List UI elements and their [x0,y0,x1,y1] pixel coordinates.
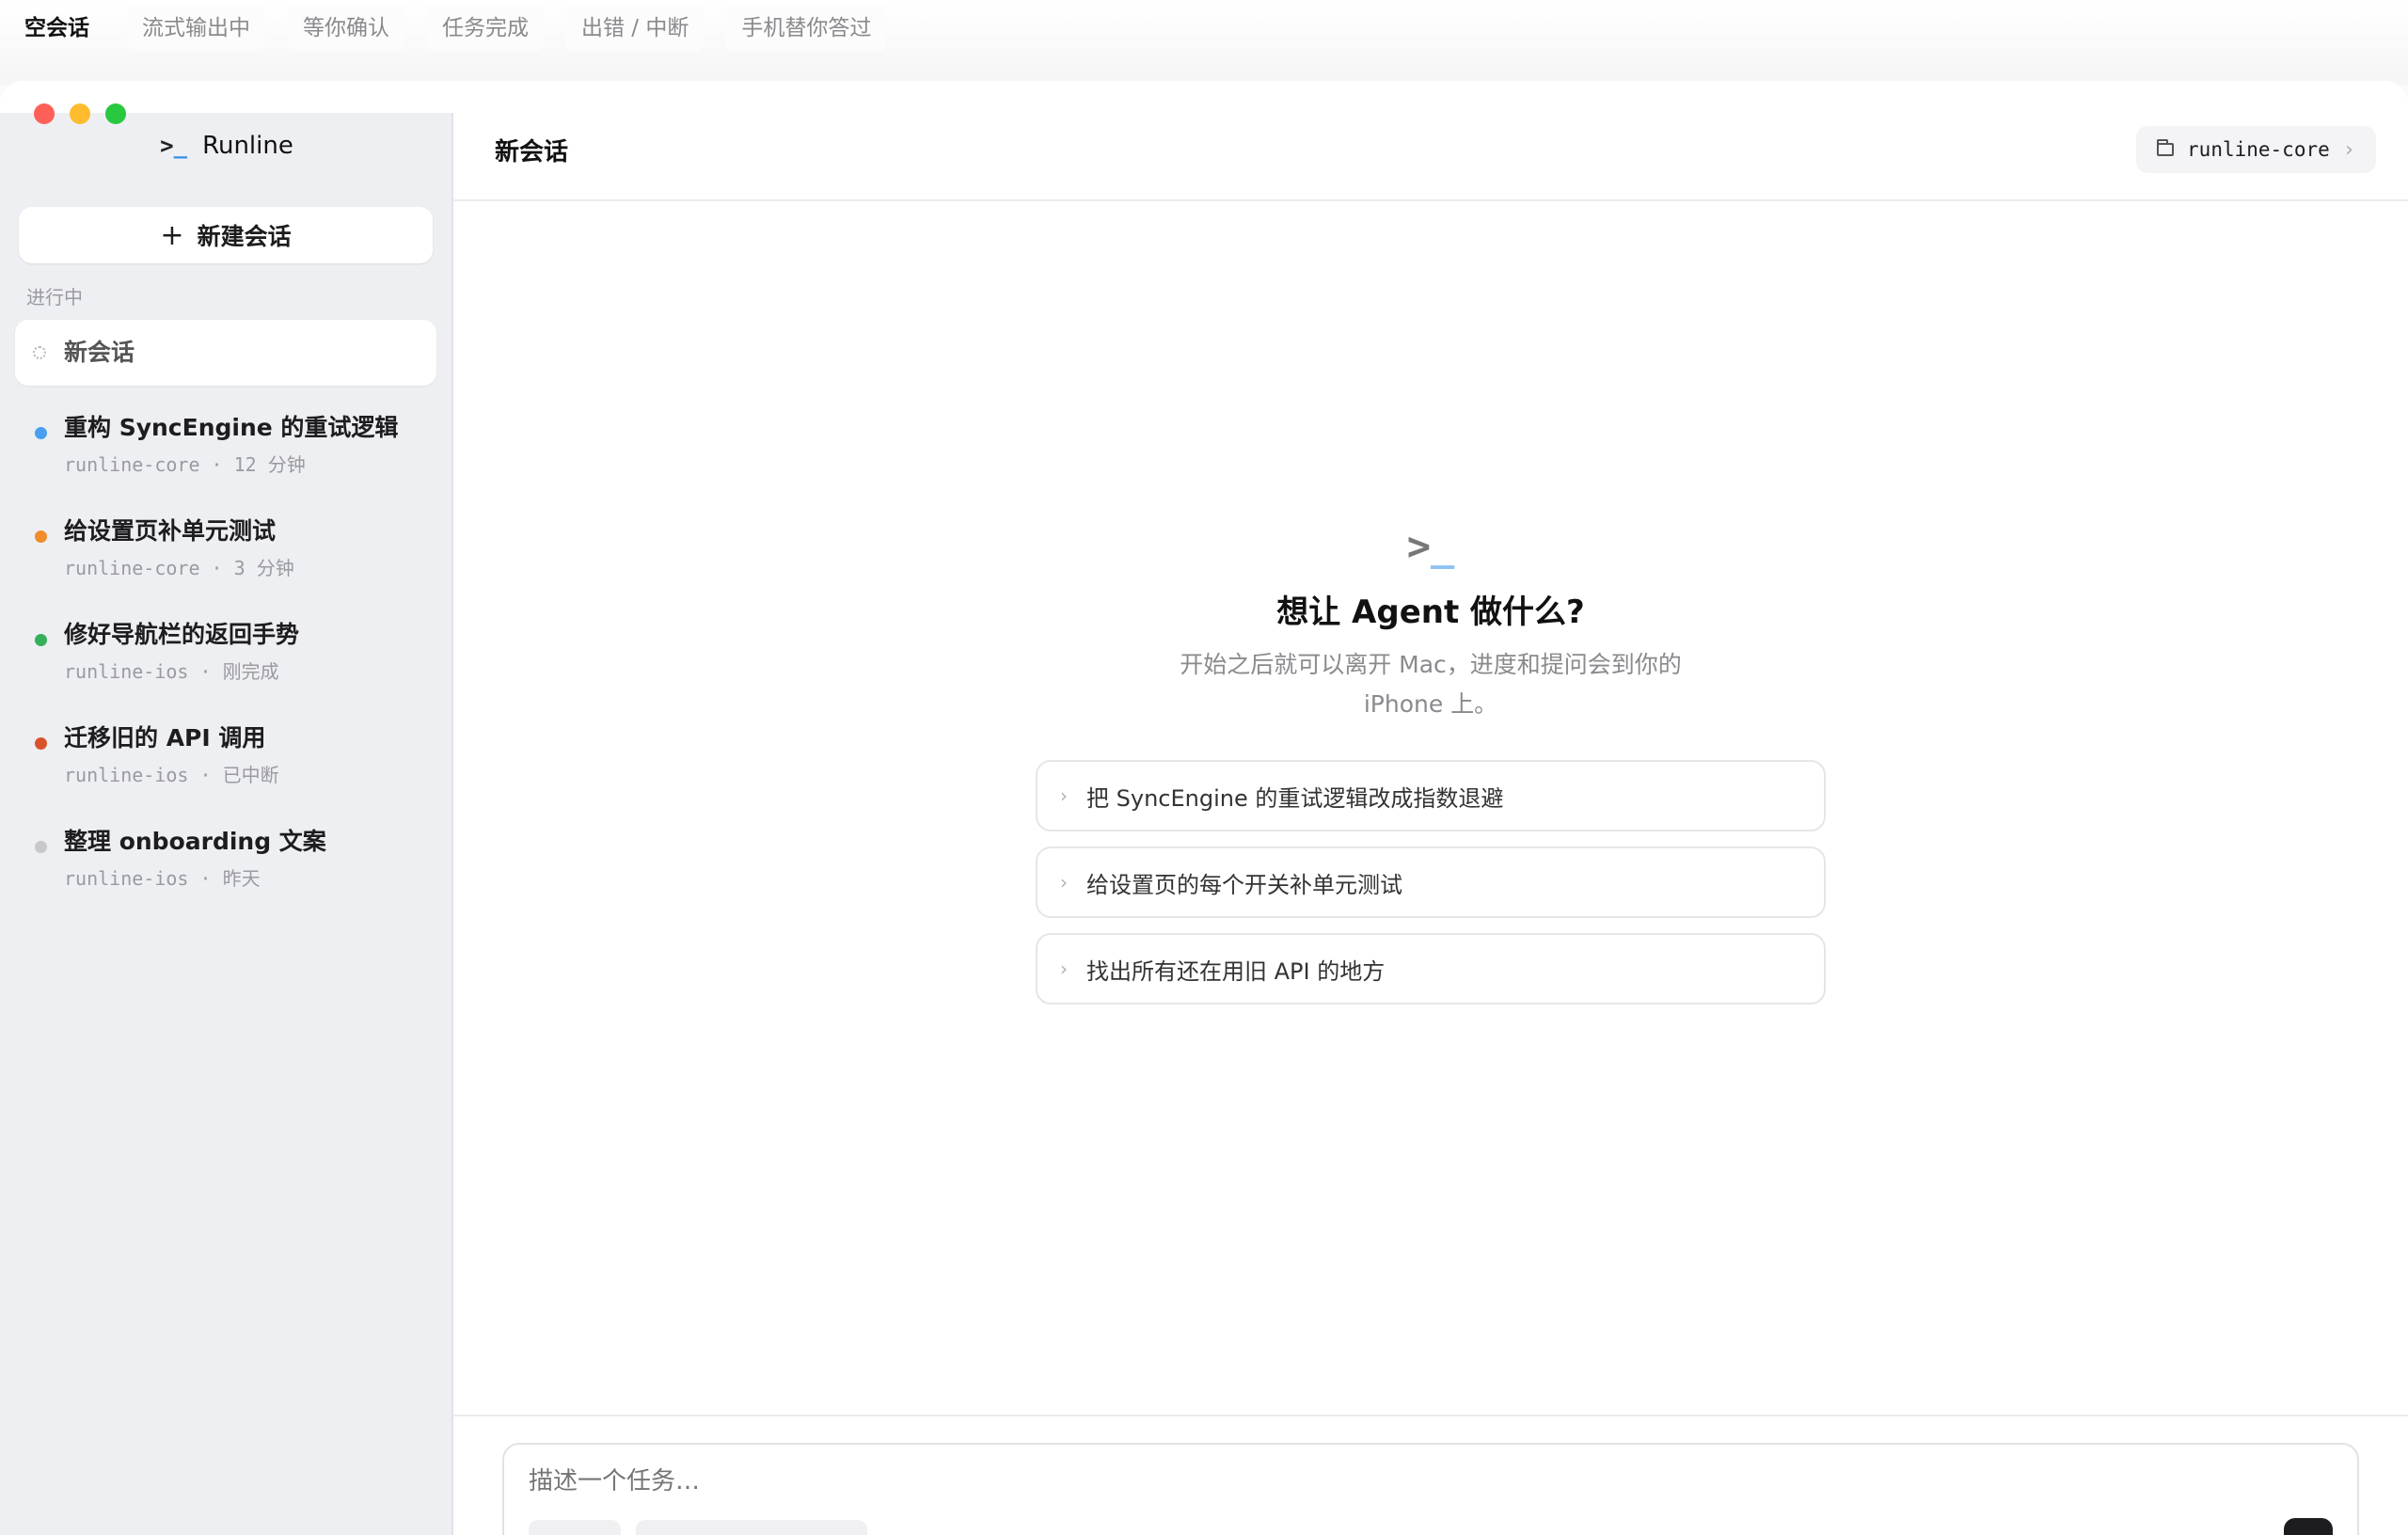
tab-task-complete[interactable]: 任务完成 [427,6,544,51]
suggestion-item[interactable]: › 找出所有还在用旧 API 的地方 [1036,933,1826,1005]
chevron-right-icon: › [1060,784,1068,807]
page-title: 新会话 [495,137,569,166]
tab-empty-session[interactable]: 空会话 [9,6,104,51]
status-dot-icon [35,634,47,646]
terminal-prompt-icon: >_ [160,133,188,159]
brand: >_ Runline [0,132,453,160]
zoom-window-button[interactable] [105,103,126,124]
session-list: 新会话 重构 SyncEngine 的重试逻辑 runline-core · 1… [15,320,436,916]
repo-selector[interactable]: runline-core › [2136,126,2376,173]
new-session-button[interactable]: + 新建会话 [19,207,433,263]
session-title: 重构 SyncEngine 的重试逻辑 [64,414,399,441]
session-title: 整理 onboarding 文案 [64,828,326,855]
session-item[interactable]: 整理 onboarding 文案 runline-ios · 昨天 [15,813,436,916]
suggestion-text: 把 SyncEngine 的重试逻辑改成指数退避 [1086,784,1504,812]
main-panel: 新会话 runline-core › >_ 想让 Agent 做什么? 开始之后… [453,81,2408,1535]
sidebar: >_ Runline + 新建会话 进行中 新会话 重构 SyncEngine … [0,103,453,1535]
app-window: >_ Runline + 新建会话 进行中 新会话 重构 SyncEngine … [0,81,2408,1535]
app-name: Runline [202,132,293,160]
session-item[interactable]: 修好导航栏的返回手势 runline-ios · 刚完成 [15,606,436,709]
session-item[interactable]: 迁移旧的 API 调用 runline-ios · 已中断 [15,709,436,813]
tab-awaiting-confirm[interactable]: 等你确认 [288,6,404,51]
close-window-button[interactable] [34,103,55,124]
empty-state-title: 想让 Agent 做什么? [1276,593,1585,631]
composer [502,1443,2359,1535]
suggestion-item[interactable]: › 把 SyncEngine 的重试逻辑改成指数退避 [1036,760,1826,831]
session-meta: runline-ios · 刚完成 [64,660,279,683]
repo-name: runline-core [2187,138,2330,161]
chevron-right-icon: › [2342,137,2355,162]
session-meta: runline-ios · 已中断 [64,764,279,786]
section-label-in-progress: 进行中 [26,286,83,309]
status-dot-icon [35,427,47,439]
attachment-chip[interactable] [529,1520,621,1535]
plus-icon: + [160,218,184,252]
state-tab-bar: 空会话 流式输出中 等你确认 任务完成 出错 / 中断 手机替你答过 [0,0,2408,85]
session-item[interactable]: 给设置页补单元测试 runline-core · 3 分钟 [15,502,436,606]
chevron-right-icon: › [1060,957,1068,980]
tab-streaming[interactable]: 流式输出中 [127,6,265,51]
suggestion-list: › 把 SyncEngine 的重试逻辑改成指数退避 › 给设置页的每个开关补单… [1036,760,1826,1005]
session-title: 迁移旧的 API 调用 [64,724,266,752]
session-title: 给设置页补单元测试 [64,517,277,545]
main-header: 新会话 runline-core › [453,81,2408,201]
suggestion-text: 给设置页的每个开关补单元测试 [1086,871,1402,898]
folder-icon [2157,139,2175,156]
task-input[interactable] [529,1467,1375,1495]
status-dot-icon [35,841,47,853]
suggestion-text: 找出所有还在用旧 API 的地方 [1086,957,1386,985]
empty-state: >_ 想让 Agent 做什么? 开始之后就可以离开 Mac，进度和提问会到你的… [453,523,2408,1005]
new-session-label: 新建会话 [197,223,292,250]
tab-error-interrupted[interactable]: 出错 / 中断 [566,6,705,51]
suggestion-item[interactable]: › 给设置页的每个开关补单元测试 [1036,847,1826,918]
chevron-right-icon: › [1060,871,1068,894]
status-dot-icon [35,530,47,543]
session-meta: runline-core · 3 分钟 [64,557,294,579]
tab-phone-answered[interactable]: 手机替你答过 [726,6,887,51]
send-button[interactable] [2284,1518,2333,1535]
window-controls [34,103,126,124]
session-title: 新会话 [64,339,135,366]
session-meta: runline-ios · 昨天 [64,867,261,890]
empty-state-subtitle: 开始之后就可以离开 Mac，进度和提问会到你的 iPhone 上。 [1180,651,1682,718]
model-chip[interactable] [636,1520,867,1535]
minimize-window-button[interactable] [70,103,90,124]
session-item-new[interactable]: 新会话 [15,320,436,386]
composer-area [453,1415,2408,1535]
session-meta: runline-core · 12 分钟 [64,453,306,476]
status-dot-icon [35,737,47,750]
terminal-prompt-icon: >_ [1406,523,1455,569]
session-item[interactable]: 重构 SyncEngine 的重试逻辑 runline-core · 12 分钟 [15,399,436,502]
session-title: 修好导航栏的返回手势 [64,621,300,648]
pending-status-icon [33,346,46,359]
